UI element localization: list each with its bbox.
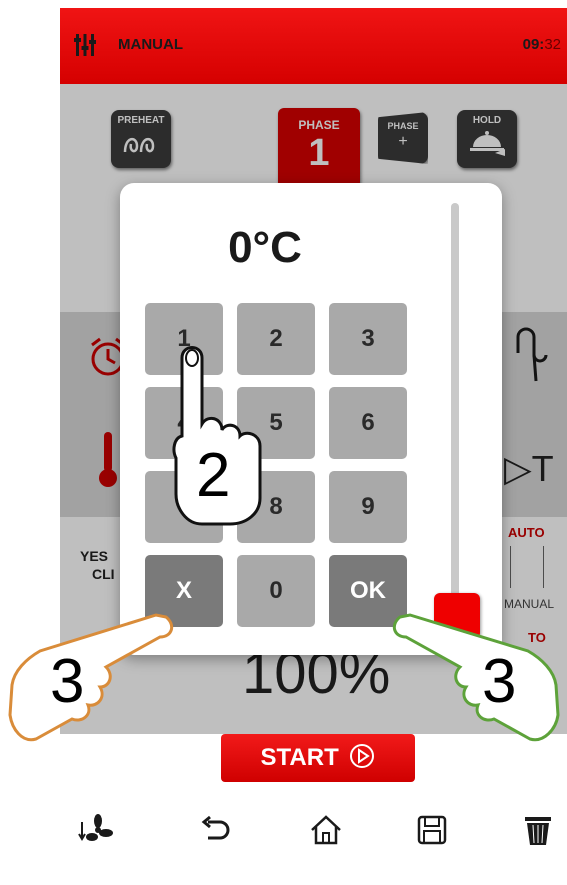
key-3[interactable]: 3 xyxy=(329,303,407,375)
start-label: START xyxy=(260,744,339,771)
clock-minutes: 32 xyxy=(544,36,561,53)
bottom-nav xyxy=(60,800,567,860)
back-icon[interactable] xyxy=(198,812,234,848)
save-icon[interactable] xyxy=(414,812,450,848)
fan-icon[interactable] xyxy=(78,812,114,848)
play-circle-icon xyxy=(350,744,375,768)
pointing-hand-step-3-left-icon xyxy=(8,613,174,742)
home-icon[interactable] xyxy=(308,812,344,848)
trash-icon[interactable] xyxy=(520,812,556,848)
mode-sliders-icon[interactable] xyxy=(74,32,96,58)
mode-label: MANUAL xyxy=(118,36,183,53)
step-3-left-number: 3 xyxy=(50,647,85,716)
clock: 09:32 xyxy=(523,36,561,53)
key-6[interactable]: 6 xyxy=(329,387,407,459)
clock-hours: 09: xyxy=(522,36,545,53)
key-0[interactable]: 0 xyxy=(237,555,315,627)
step-2-number: 2 xyxy=(196,441,231,510)
step-3-right-number: 3 xyxy=(482,647,517,716)
keypad-display: 0°C xyxy=(228,223,302,272)
top-bar: MANUAL 09:32 xyxy=(60,8,567,84)
key-9[interactable]: 9 xyxy=(329,471,407,543)
pointing-hand-step-3-right-icon xyxy=(392,613,560,742)
value-slider-track[interactable] xyxy=(451,203,459,613)
start-button[interactable]: START xyxy=(221,734,415,782)
